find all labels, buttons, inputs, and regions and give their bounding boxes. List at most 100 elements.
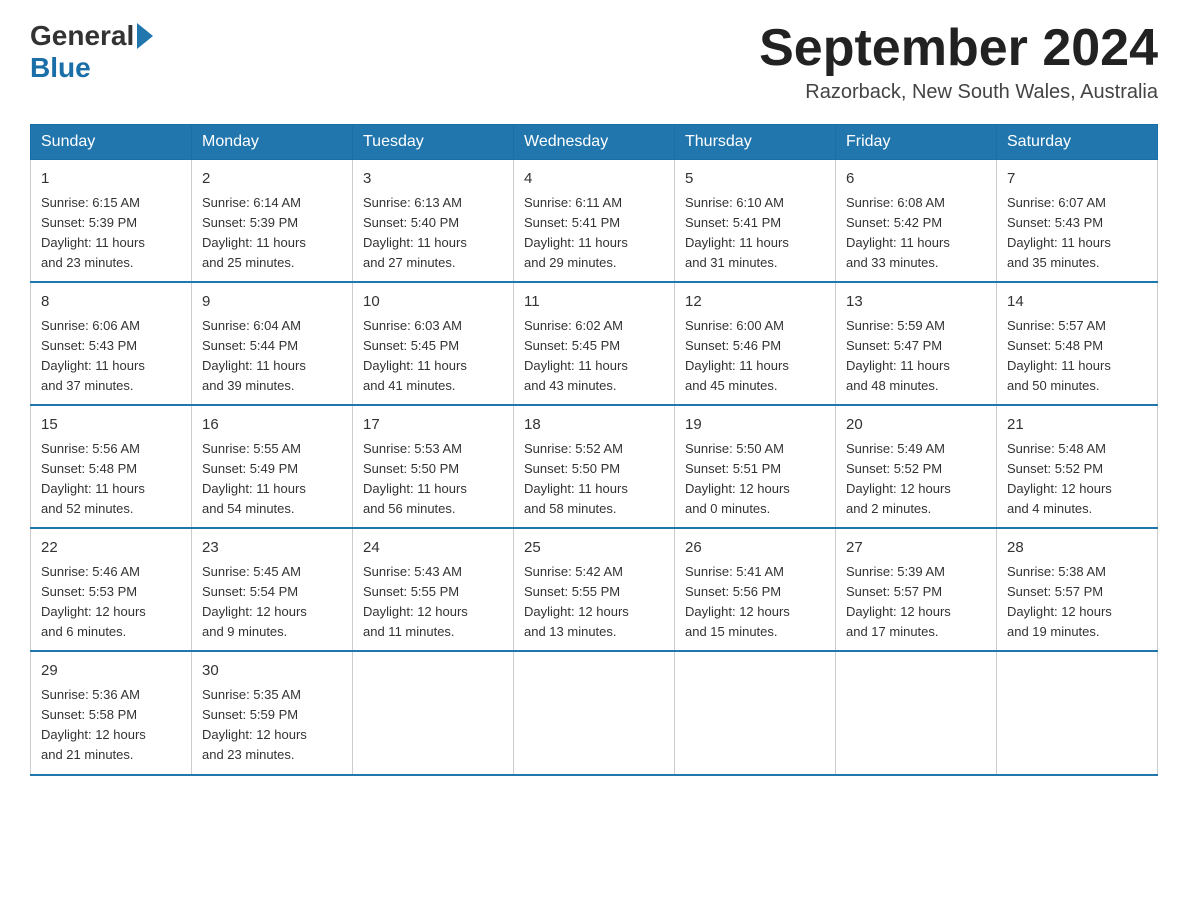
- day-number: 30: [202, 660, 342, 683]
- day-info: Sunrise: 6:00 AMSunset: 5:46 PMDaylight:…: [685, 316, 825, 397]
- day-info: Sunrise: 5:53 AMSunset: 5:50 PMDaylight:…: [363, 439, 503, 520]
- calendar-cell: 17 Sunrise: 5:53 AMSunset: 5:50 PMDaylig…: [353, 405, 514, 528]
- calendar-cell: 11 Sunrise: 6:02 AMSunset: 5:45 PMDaylig…: [514, 282, 675, 405]
- day-number: 12: [685, 291, 825, 314]
- day-info: Sunrise: 6:10 AMSunset: 5:41 PMDaylight:…: [685, 193, 825, 274]
- calendar-cell: 9 Sunrise: 6:04 AMSunset: 5:44 PMDayligh…: [192, 282, 353, 405]
- calendar-cell: 5 Sunrise: 6:10 AMSunset: 5:41 PMDayligh…: [675, 160, 836, 283]
- calendar-cell: [997, 651, 1158, 774]
- calendar-cell: 22 Sunrise: 5:46 AMSunset: 5:53 PMDaylig…: [31, 528, 192, 651]
- day-number: 21: [1007, 414, 1147, 437]
- day-info: Sunrise: 5:42 AMSunset: 5:55 PMDaylight:…: [524, 562, 664, 643]
- day-info: Sunrise: 5:41 AMSunset: 5:56 PMDaylight:…: [685, 562, 825, 643]
- day-info: Sunrise: 5:46 AMSunset: 5:53 PMDaylight:…: [41, 562, 181, 643]
- title-section: September 2024 Razorback, New South Wale…: [759, 20, 1158, 104]
- day-number: 8: [41, 291, 181, 314]
- day-number: 1: [41, 168, 181, 191]
- day-info: Sunrise: 6:15 AMSunset: 5:39 PMDaylight:…: [41, 193, 181, 274]
- calendar-cell: [514, 651, 675, 774]
- day-info: Sunrise: 5:39 AMSunset: 5:57 PMDaylight:…: [846, 562, 986, 643]
- calendar-cell: 3 Sunrise: 6:13 AMSunset: 5:40 PMDayligh…: [353, 160, 514, 283]
- calendar-cell: [353, 651, 514, 774]
- day-number: 7: [1007, 168, 1147, 191]
- calendar-cell: 18 Sunrise: 5:52 AMSunset: 5:50 PMDaylig…: [514, 405, 675, 528]
- calendar-cell: 7 Sunrise: 6:07 AMSunset: 5:43 PMDayligh…: [997, 160, 1158, 283]
- day-number: 23: [202, 537, 342, 560]
- location-subtitle: Razorback, New South Wales, Australia: [759, 81, 1158, 104]
- header-tuesday: Tuesday: [353, 125, 514, 160]
- day-number: 27: [846, 537, 986, 560]
- day-number: 25: [524, 537, 664, 560]
- day-info: Sunrise: 5:36 AMSunset: 5:58 PMDaylight:…: [41, 685, 181, 766]
- logo: General Blue: [30, 20, 153, 84]
- day-info: Sunrise: 5:50 AMSunset: 5:51 PMDaylight:…: [685, 439, 825, 520]
- day-number: 20: [846, 414, 986, 437]
- day-number: 11: [524, 291, 664, 314]
- day-info: Sunrise: 5:57 AMSunset: 5:48 PMDaylight:…: [1007, 316, 1147, 397]
- day-number: 10: [363, 291, 503, 314]
- calendar-cell: 16 Sunrise: 5:55 AMSunset: 5:49 PMDaylig…: [192, 405, 353, 528]
- calendar-cell: 25 Sunrise: 5:42 AMSunset: 5:55 PMDaylig…: [514, 528, 675, 651]
- calendar-cell: 26 Sunrise: 5:41 AMSunset: 5:56 PMDaylig…: [675, 528, 836, 651]
- calendar-cell: 6 Sunrise: 6:08 AMSunset: 5:42 PMDayligh…: [836, 160, 997, 283]
- day-info: Sunrise: 5:43 AMSunset: 5:55 PMDaylight:…: [363, 562, 503, 643]
- calendar-cell: 20 Sunrise: 5:49 AMSunset: 5:52 PMDaylig…: [836, 405, 997, 528]
- calendar-cell: [836, 651, 997, 774]
- calendar-week-row-3: 15 Sunrise: 5:56 AMSunset: 5:48 PMDaylig…: [31, 405, 1158, 528]
- day-info: Sunrise: 6:13 AMSunset: 5:40 PMDaylight:…: [363, 193, 503, 274]
- calendar-cell: 10 Sunrise: 6:03 AMSunset: 5:45 PMDaylig…: [353, 282, 514, 405]
- calendar-cell: 19 Sunrise: 5:50 AMSunset: 5:51 PMDaylig…: [675, 405, 836, 528]
- calendar-week-row-2: 8 Sunrise: 6:06 AMSunset: 5:43 PMDayligh…: [31, 282, 1158, 405]
- calendar-week-row-1: 1 Sunrise: 6:15 AMSunset: 5:39 PMDayligh…: [31, 160, 1158, 283]
- day-info: Sunrise: 5:35 AMSunset: 5:59 PMDaylight:…: [202, 685, 342, 766]
- calendar-cell: 28 Sunrise: 5:38 AMSunset: 5:57 PMDaylig…: [997, 528, 1158, 651]
- day-number: 14: [1007, 291, 1147, 314]
- calendar-cell: 14 Sunrise: 5:57 AMSunset: 5:48 PMDaylig…: [997, 282, 1158, 405]
- logo-general: General: [30, 20, 134, 52]
- calendar-header-row: Sunday Monday Tuesday Wednesday Thursday…: [31, 125, 1158, 160]
- day-info: Sunrise: 6:02 AMSunset: 5:45 PMDaylight:…: [524, 316, 664, 397]
- day-number: 2: [202, 168, 342, 191]
- day-info: Sunrise: 6:14 AMSunset: 5:39 PMDaylight:…: [202, 193, 342, 274]
- calendar-cell: [675, 651, 836, 774]
- calendar-cell: 24 Sunrise: 5:43 AMSunset: 5:55 PMDaylig…: [353, 528, 514, 651]
- day-info: Sunrise: 6:11 AMSunset: 5:41 PMDaylight:…: [524, 193, 664, 274]
- day-info: Sunrise: 5:59 AMSunset: 5:47 PMDaylight:…: [846, 316, 986, 397]
- day-number: 16: [202, 414, 342, 437]
- calendar-cell: 1 Sunrise: 6:15 AMSunset: 5:39 PMDayligh…: [31, 160, 192, 283]
- day-info: Sunrise: 6:06 AMSunset: 5:43 PMDaylight:…: [41, 316, 181, 397]
- day-number: 3: [363, 168, 503, 191]
- day-info: Sunrise: 6:08 AMSunset: 5:42 PMDaylight:…: [846, 193, 986, 274]
- calendar-cell: 27 Sunrise: 5:39 AMSunset: 5:57 PMDaylig…: [836, 528, 997, 651]
- day-number: 26: [685, 537, 825, 560]
- day-info: Sunrise: 5:45 AMSunset: 5:54 PMDaylight:…: [202, 562, 342, 643]
- day-number: 4: [524, 168, 664, 191]
- day-number: 5: [685, 168, 825, 191]
- calendar-cell: 13 Sunrise: 5:59 AMSunset: 5:47 PMDaylig…: [836, 282, 997, 405]
- calendar-cell: 4 Sunrise: 6:11 AMSunset: 5:41 PMDayligh…: [514, 160, 675, 283]
- header-sunday: Sunday: [31, 125, 192, 160]
- page-header: General Blue September 2024 Razorback, N…: [30, 20, 1158, 104]
- day-info: Sunrise: 5:49 AMSunset: 5:52 PMDaylight:…: [846, 439, 986, 520]
- day-info: Sunrise: 5:56 AMSunset: 5:48 PMDaylight:…: [41, 439, 181, 520]
- day-number: 6: [846, 168, 986, 191]
- day-number: 13: [846, 291, 986, 314]
- day-number: 9: [202, 291, 342, 314]
- header-saturday: Saturday: [997, 125, 1158, 160]
- day-number: 29: [41, 660, 181, 683]
- calendar-cell: 15 Sunrise: 5:56 AMSunset: 5:48 PMDaylig…: [31, 405, 192, 528]
- header-wednesday: Wednesday: [514, 125, 675, 160]
- day-number: 17: [363, 414, 503, 437]
- day-info: Sunrise: 5:52 AMSunset: 5:50 PMDaylight:…: [524, 439, 664, 520]
- day-info: Sunrise: 5:38 AMSunset: 5:57 PMDaylight:…: [1007, 562, 1147, 643]
- calendar-cell: 29 Sunrise: 5:36 AMSunset: 5:58 PMDaylig…: [31, 651, 192, 774]
- header-friday: Friday: [836, 125, 997, 160]
- day-number: 22: [41, 537, 181, 560]
- calendar-cell: 2 Sunrise: 6:14 AMSunset: 5:39 PMDayligh…: [192, 160, 353, 283]
- day-info: Sunrise: 5:55 AMSunset: 5:49 PMDaylight:…: [202, 439, 342, 520]
- day-number: 28: [1007, 537, 1147, 560]
- calendar-cell: 21 Sunrise: 5:48 AMSunset: 5:52 PMDaylig…: [997, 405, 1158, 528]
- calendar-week-row-5: 29 Sunrise: 5:36 AMSunset: 5:58 PMDaylig…: [31, 651, 1158, 774]
- day-info: Sunrise: 6:03 AMSunset: 5:45 PMDaylight:…: [363, 316, 503, 397]
- day-info: Sunrise: 5:48 AMSunset: 5:52 PMDaylight:…: [1007, 439, 1147, 520]
